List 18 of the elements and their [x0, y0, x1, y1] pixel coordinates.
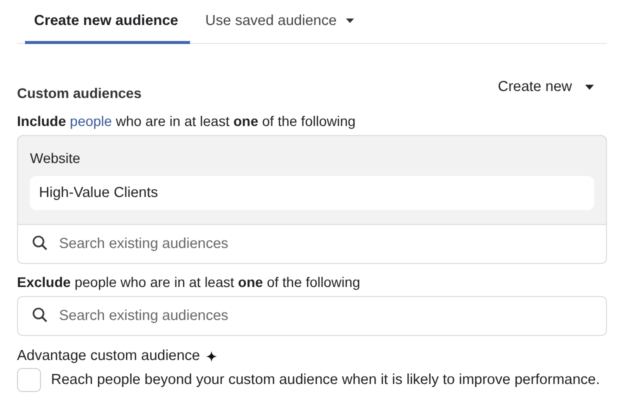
search-field[interactable]: Search existing audiences — [17, 296, 607, 336]
search-icon — [32, 307, 48, 323]
checkbox-label: Reach people beyond your custom audience when it is likely to improve performance. — [51, 372, 600, 388]
section-title: Custom audiences — [17, 85, 142, 101]
sparkle-icon — [206, 350, 217, 362]
caret-icon — [344, 18, 355, 24]
group-label: Website — [30, 150, 82, 166]
tab[interactable]: Create new audience — [25, 0, 190, 44]
checkbox[interactable] — [17, 368, 41, 392]
caret-icon — [584, 84, 595, 90]
people-link[interactable]: people — [70, 113, 112, 129]
audience-item[interactable]: High-Value Clients — [30, 176, 594, 210]
search-field[interactable]: Search existing audiences — [17, 224, 607, 264]
include-instruction: Include people who are in at least one of the following — [17, 113, 357, 129]
advantage-title: Advantage custom audience — [17, 348, 200, 364]
create-new-dropdown[interactable]: Create new — [496, 77, 607, 97]
exclude-instruction: Exclude people who are in at least one of the following — [17, 274, 362, 290]
tab[interactable]: Use saved audience — [196, 0, 367, 44]
